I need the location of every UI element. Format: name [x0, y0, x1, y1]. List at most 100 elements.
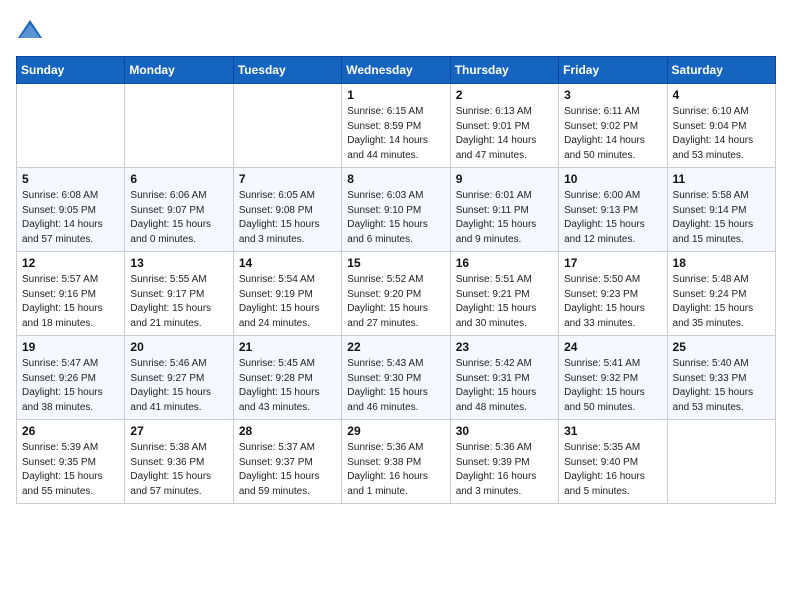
day-number: 7: [239, 172, 336, 186]
day-number: 4: [673, 88, 770, 102]
day-cell-31: 31 Sunrise: 5:35 AMSunset: 9:40 PMDayligh…: [559, 420, 667, 504]
day-info: Sunrise: 5:58 AMSunset: 9:14 PMDaylight:…: [673, 189, 770, 247]
week-row-1: 1 Sunrise: 6:15 AMSunset: 8:59 PMDaylight…: [17, 84, 776, 168]
day-info: Sunrise: 5:39 AMSunset: 9:35 PMDaylight:…: [22, 441, 119, 499]
day-cell-9: 9 Sunrise: 6:01 AMSunset: 9:11 PMDaylight…: [450, 168, 558, 252]
day-cell-20: 20 Sunrise: 5:46 AMSunset: 9:27 PMDayligh…: [125, 336, 233, 420]
day-info: Sunrise: 5:36 AMSunset: 9:39 PMDaylight:…: [456, 441, 553, 499]
day-info: Sunrise: 6:11 AMSunset: 9:02 PMDaylight:…: [564, 105, 661, 163]
day-cell-4: 4Sunrise: 6:10 AMSunset: 9:04 PMDaylight…: [667, 84, 775, 168]
week-row-2: 5 Sunrise: 6:08 AMSunset: 9:05 PMDaylight…: [17, 168, 776, 252]
day-info: Sunrise: 5:55 AMSunset: 9:17 PMDaylight:…: [130, 273, 227, 331]
day-number: 20: [130, 340, 227, 354]
page-header: [16, 16, 776, 44]
day-cell-22: 22 Sunrise: 5:43 AMSunset: 9:30 PMDayligh…: [342, 336, 450, 420]
day-info: Sunrise: 6:01 AMSunset: 9:11 PMDaylight:…: [456, 189, 553, 247]
day-number: 22: [347, 340, 444, 354]
day-cell-26: 26 Sunrise: 5:39 AMSunset: 9:35 PMDayligh…: [17, 420, 125, 504]
day-number: 18: [673, 256, 770, 270]
calendar: SundayMondayTuesdayWednesdayThursdayFrid…: [16, 56, 776, 504]
day-info: Sunrise: 5:45 AMSunset: 9:28 PMDaylight:…: [239, 357, 336, 415]
day-cell-15: 15Sunrise: 5:52 AMSunset: 9:20 PMDayligh…: [342, 252, 450, 336]
day-cell-27: 27 Sunrise: 5:38 AMSunset: 9:36 PMDayligh…: [125, 420, 233, 504]
week-row-4: 19 Sunrise: 5:47 AMSunset: 9:26 PMDayligh…: [17, 336, 776, 420]
day-number: 14: [239, 256, 336, 270]
day-info: Sunrise: 5:48 AMSunset: 9:24 PMDaylight:…: [673, 273, 770, 331]
day-cell-30: 30 Sunrise: 5:36 AMSunset: 9:39 PMDayligh…: [450, 420, 558, 504]
day-info: Sunrise: 6:06 AMSunset: 9:07 PMDaylight:…: [130, 189, 227, 247]
day-info: Sunrise: 6:13 AMSunset: 9:01 PMDaylight:…: [456, 105, 553, 163]
day-number: 29: [347, 424, 444, 438]
day-number: 10: [564, 172, 661, 186]
day-cell-19: 19 Sunrise: 5:47 AMSunset: 9:26 PMDayligh…: [17, 336, 125, 420]
weekday-header-row: SundayMondayTuesdayWednesdayThursdayFrid…: [17, 57, 776, 84]
day-number: 24: [564, 340, 661, 354]
day-info: Sunrise: 5:54 AMSunset: 9:19 PMDaylight:…: [239, 273, 336, 331]
day-cell-23: 23Sunrise: 5:42 AMSunset: 9:31 PMDayligh…: [450, 336, 558, 420]
weekday-header-tuesday: Tuesday: [233, 57, 341, 84]
day-info: Sunrise: 6:05 AMSunset: 9:08 PMDaylight:…: [239, 189, 336, 247]
day-number: 28: [239, 424, 336, 438]
empty-cell: [125, 84, 233, 168]
day-cell-6: 6 Sunrise: 6:06 AMSunset: 9:07 PMDaylight…: [125, 168, 233, 252]
day-number: 15: [347, 256, 444, 270]
day-number: 9: [456, 172, 553, 186]
day-info: Sunrise: 5:42 AMSunset: 9:31 PMDaylight:…: [456, 357, 553, 415]
logo: [16, 16, 48, 44]
day-number: 5: [22, 172, 119, 186]
weekday-header-thursday: Thursday: [450, 57, 558, 84]
day-number: 19: [22, 340, 119, 354]
empty-cell: [17, 84, 125, 168]
day-cell-28: 28Sunrise: 5:37 AMSunset: 9:37 PMDayligh…: [233, 420, 341, 504]
day-cell-13: 13 Sunrise: 5:55 AMSunset: 9:17 PMDayligh…: [125, 252, 233, 336]
day-info: Sunrise: 5:46 AMSunset: 9:27 PMDaylight:…: [130, 357, 227, 415]
weekday-header-wednesday: Wednesday: [342, 57, 450, 84]
weekday-header-monday: Monday: [125, 57, 233, 84]
day-cell-3: 3 Sunrise: 6:11 AMSunset: 9:02 PMDaylight…: [559, 84, 667, 168]
day-info: Sunrise: 6:08 AMSunset: 9:05 PMDaylight:…: [22, 189, 119, 247]
day-cell-5: 5 Sunrise: 6:08 AMSunset: 9:05 PMDaylight…: [17, 168, 125, 252]
week-row-5: 26 Sunrise: 5:39 AMSunset: 9:35 PMDayligh…: [17, 420, 776, 504]
day-info: Sunrise: 6:00 AMSunset: 9:13 PMDaylight:…: [564, 189, 661, 247]
day-info: Sunrise: 5:38 AMSunset: 9:36 PMDaylight:…: [130, 441, 227, 499]
day-info: Sunrise: 5:51 AMSunset: 9:21 PMDaylight:…: [456, 273, 553, 331]
day-number: 11: [673, 172, 770, 186]
day-number: 25: [673, 340, 770, 354]
day-info: Sunrise: 5:43 AMSunset: 9:30 PMDaylight:…: [347, 357, 444, 415]
day-number: 26: [22, 424, 119, 438]
day-cell-24: 24 Sunrise: 5:41 AMSunset: 9:32 PMDayligh…: [559, 336, 667, 420]
day-number: 30: [456, 424, 553, 438]
day-cell-11: 11 Sunrise: 5:58 AMSunset: 9:14 PMDayligh…: [667, 168, 775, 252]
day-number: 17: [564, 256, 661, 270]
day-info: Sunrise: 5:36 AMSunset: 9:38 PMDaylight:…: [347, 441, 444, 499]
day-cell-29: 29 Sunrise: 5:36 AMSunset: 9:38 PMDayligh…: [342, 420, 450, 504]
day-number: 16: [456, 256, 553, 270]
day-cell-17: 17Sunrise: 5:50 AMSunset: 9:23 PMDayligh…: [559, 252, 667, 336]
day-cell-8: 8Sunrise: 6:03 AMSunset: 9:10 PMDaylight…: [342, 168, 450, 252]
weekday-header-friday: Friday: [559, 57, 667, 84]
day-cell-12: 12Sunrise: 5:57 AMSunset: 9:16 PMDayligh…: [17, 252, 125, 336]
logo-icon: [16, 16, 44, 44]
day-info: Sunrise: 6:15 AMSunset: 8:59 PMDaylight:…: [347, 105, 444, 163]
weekday-header-sunday: Sunday: [17, 57, 125, 84]
day-cell-25: 25Sunrise: 5:40 AMSunset: 9:33 PMDayligh…: [667, 336, 775, 420]
day-number: 21: [239, 340, 336, 354]
day-cell-21: 21 Sunrise: 5:45 AMSunset: 9:28 PMDayligh…: [233, 336, 341, 420]
day-number: 3: [564, 88, 661, 102]
day-number: 6: [130, 172, 227, 186]
day-cell-2: 2Sunrise: 6:13 AMSunset: 9:01 PMDaylight…: [450, 84, 558, 168]
day-number: 27: [130, 424, 227, 438]
day-cell-10: 10 Sunrise: 6:00 AMSunset: 9:13 PMDayligh…: [559, 168, 667, 252]
day-cell-1: 1 Sunrise: 6:15 AMSunset: 8:59 PMDaylight…: [342, 84, 450, 168]
day-number: 13: [130, 256, 227, 270]
day-number: 31: [564, 424, 661, 438]
day-number: 1: [347, 88, 444, 102]
day-number: 8: [347, 172, 444, 186]
day-info: Sunrise: 5:41 AMSunset: 9:32 PMDaylight:…: [564, 357, 661, 415]
empty-cell: [667, 420, 775, 504]
day-info: Sunrise: 5:47 AMSunset: 9:26 PMDaylight:…: [22, 357, 119, 415]
weekday-header-saturday: Saturday: [667, 57, 775, 84]
day-cell-16: 16 Sunrise: 5:51 AMSunset: 9:21 PMDayligh…: [450, 252, 558, 336]
week-row-3: 12Sunrise: 5:57 AMSunset: 9:16 PMDayligh…: [17, 252, 776, 336]
day-info: Sunrise: 5:35 AMSunset: 9:40 PMDaylight:…: [564, 441, 661, 499]
